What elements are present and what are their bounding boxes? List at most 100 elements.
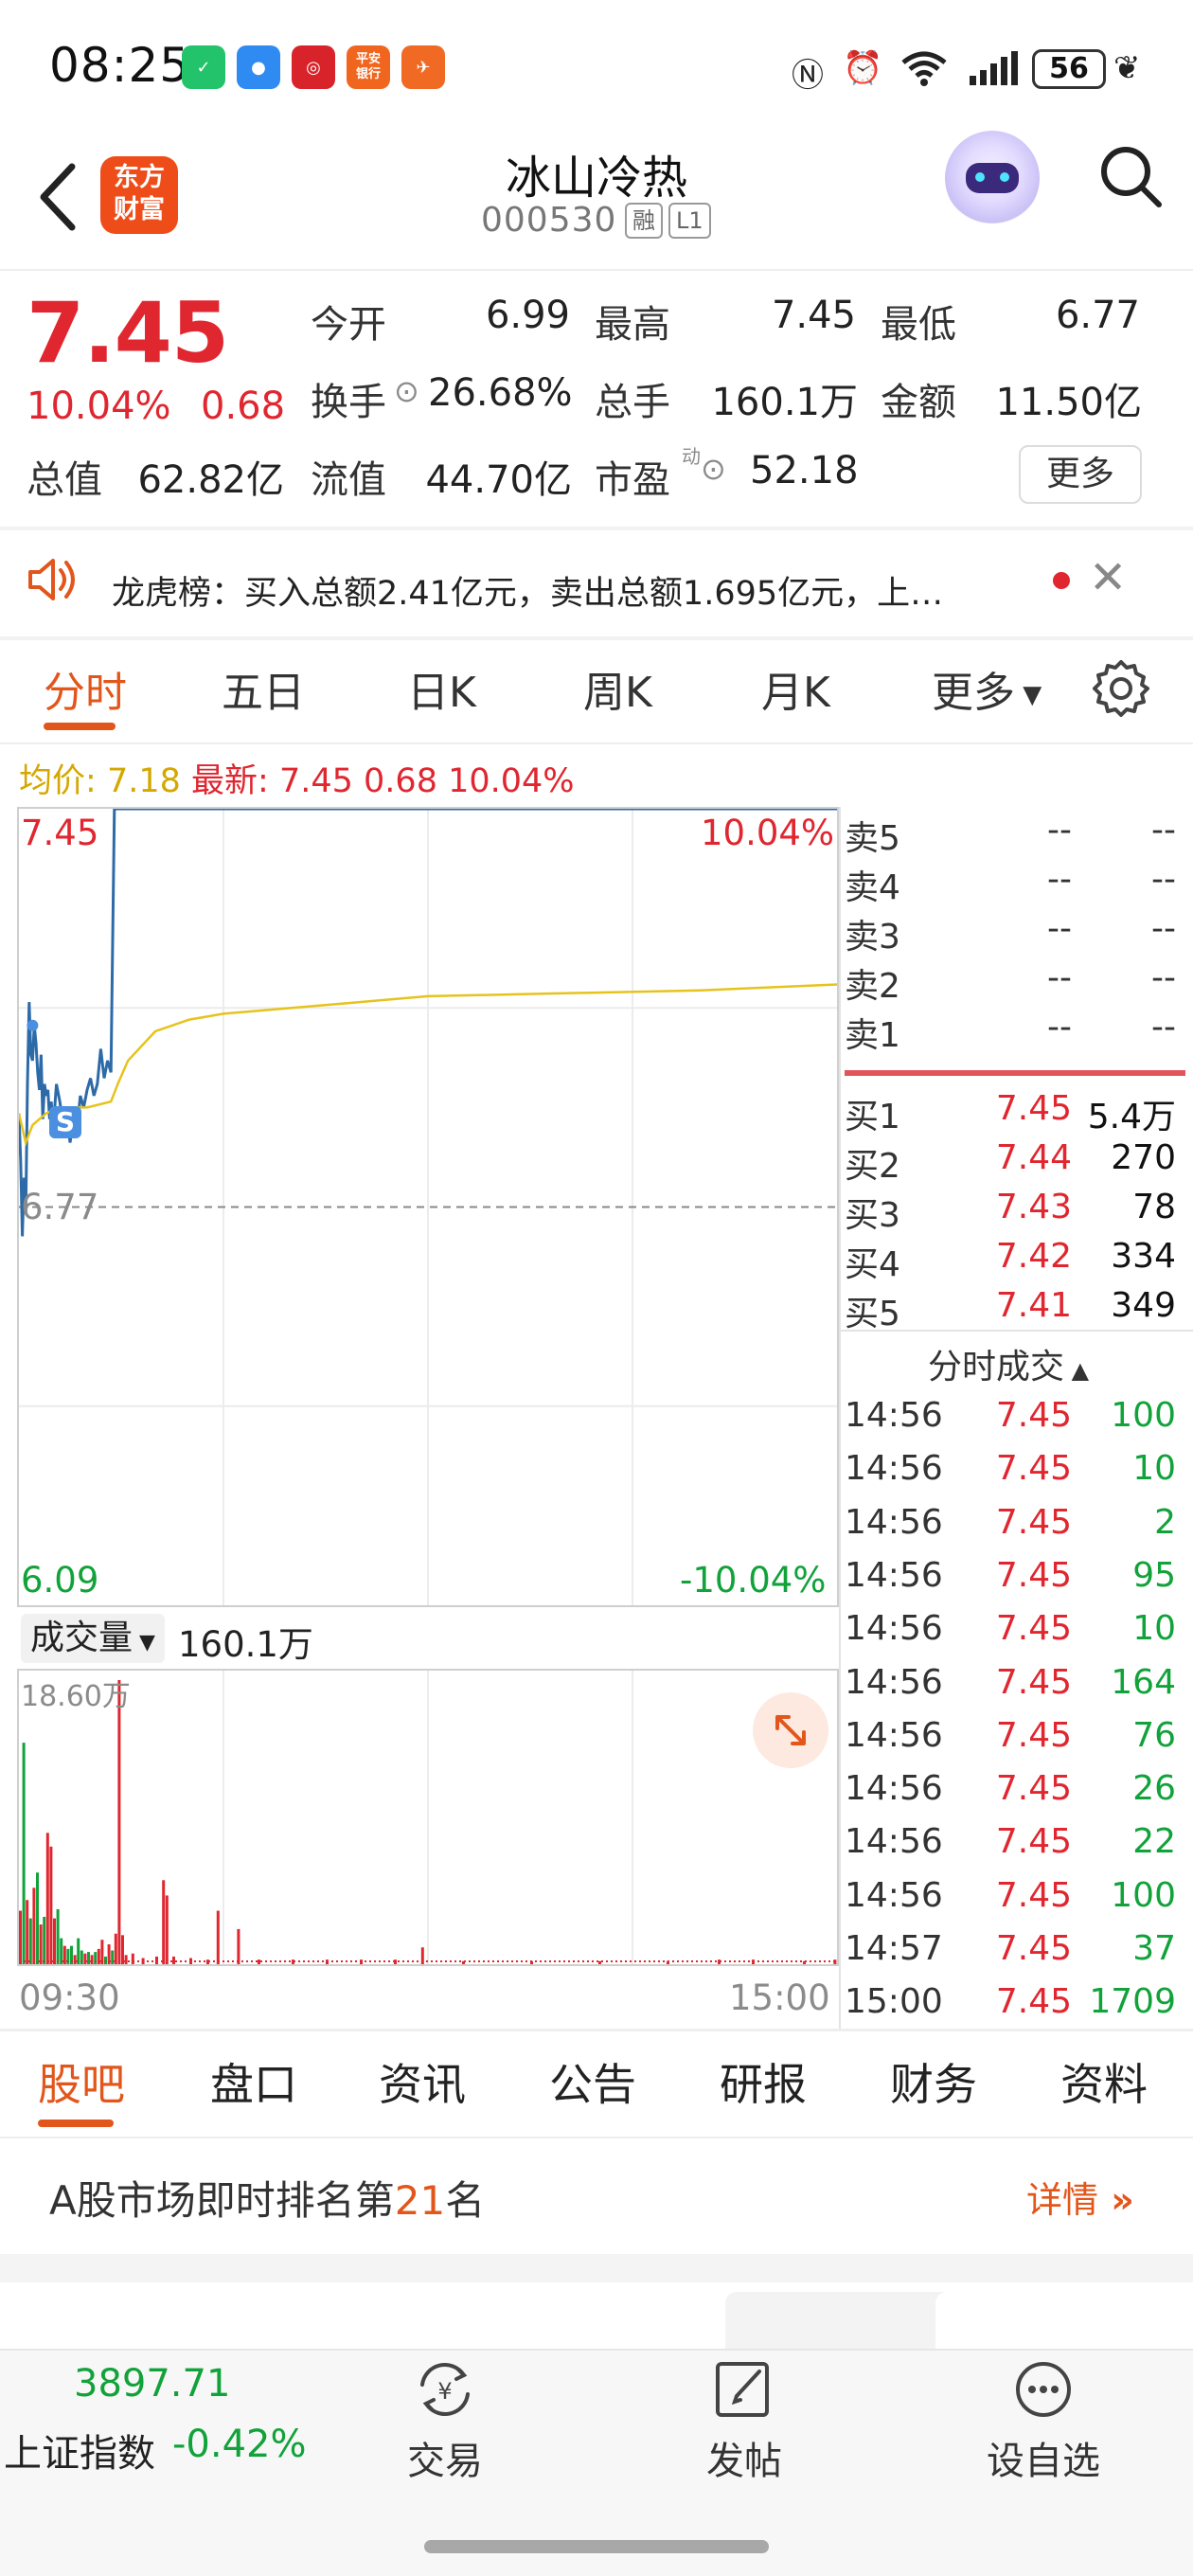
open-label: 今开	[311, 303, 386, 347]
bid-price: 7.45	[995, 1089, 1072, 1128]
tick-row[interactable]: 14:57 7.45 37	[843, 1929, 1185, 1978]
open-value: 6.99	[485, 294, 570, 337]
bid-row[interactable]: 买2 7.44 270	[843, 1138, 1185, 1188]
x-start-label: 09:30	[19, 1977, 120, 2018]
tab-five-day[interactable]: 五日	[222, 658, 305, 719]
pe-value: 52.18	[750, 449, 859, 492]
volume-bar	[45, 1833, 49, 1964]
tick-time: 14:56	[845, 1715, 943, 1755]
tick-row[interactable]: 14:56 7.45 10	[843, 1609, 1185, 1658]
bid-row[interactable]: 买4 7.42 334	[843, 1237, 1185, 1286]
ask-price: --	[1047, 860, 1072, 899]
expand-button[interactable]	[753, 1692, 828, 1768]
volume-value: 160.1万	[711, 381, 858, 424]
volume-bar	[19, 1910, 22, 1964]
tab-intraday[interactable]: 分时	[44, 658, 127, 719]
tick-row[interactable]: 14:56 7.45 2	[843, 1503, 1185, 1552]
tab-monthly-k[interactable]: 月K	[761, 658, 830, 719]
tab-research[interactable]: 研报	[720, 2050, 807, 2113]
high-value: 7.45	[771, 294, 856, 337]
tab-news[interactable]: 资讯	[379, 2050, 466, 2113]
detail-link[interactable]: 详情 »	[1026, 2171, 1134, 2223]
volume-bar	[36, 1872, 39, 1964]
volume-bar	[53, 1918, 56, 1964]
tab-pankou[interactable]: 盘口	[210, 2050, 297, 2113]
gear-icon[interactable]	[1091, 658, 1151, 719]
y-right-top-label: 10.04%	[701, 813, 835, 853]
add-watchlist-button[interactable]: 设自选	[968, 2356, 1119, 2485]
tab-financials[interactable]: 财务	[890, 2050, 977, 2113]
index-name[interactable]: 上证指数	[4, 2423, 155, 2478]
tick-row[interactable]: 14:56 7.45 26	[843, 1769, 1185, 1818]
pe-label: 市盈	[595, 458, 670, 502]
volume-bar	[87, 1952, 90, 1964]
search-icon[interactable]	[1096, 142, 1165, 210]
bid-row[interactable]: 买5 7.41 349	[843, 1286, 1185, 1335]
rank-number: 21	[394, 2177, 446, 2224]
tab-guba[interactable]: 股吧	[38, 2050, 125, 2113]
more-button[interactable]: 更多	[1019, 445, 1142, 504]
price-point	[27, 1019, 39, 1031]
ask-price: --	[1047, 811, 1072, 850]
volume-selector[interactable]: 成交量 ▼	[21, 1614, 165, 1663]
info-icon[interactable]: ⊙	[701, 451, 726, 487]
trade-button[interactable]: ¥ 交易	[369, 2356, 521, 2485]
volume-bar	[43, 1917, 46, 1964]
ticks-header[interactable]: 分时成交 ▲	[928, 1339, 1089, 1388]
tick-price: 7.45	[995, 1929, 1072, 1968]
tick-row[interactable]: 14:56 7.45 100	[843, 1396, 1185, 1445]
rank-prefix: A股市场即时排名第	[49, 2177, 395, 2224]
signal-marker[interactable]: S	[49, 1106, 81, 1138]
bid-row[interactable]: 买3 7.43 78	[843, 1188, 1185, 1237]
index-percent[interactable]: -0.42%	[172, 2423, 307, 2466]
tab-daily-k[interactable]: 日K	[407, 658, 476, 719]
section-gap	[0, 2254, 1193, 2282]
tick-row[interactable]: 14:56 7.45 76	[843, 1716, 1185, 1765]
tick-row[interactable]: 14:56 7.45 95	[843, 1556, 1185, 1605]
assistant-robot-icon[interactable]	[945, 131, 1040, 225]
tick-price: 7.45	[995, 1769, 1072, 1809]
tick-price: 7.45	[995, 1609, 1072, 1649]
volume-chart[interactable]	[17, 1669, 839, 1966]
close-icon[interactable]: ✕	[1089, 551, 1127, 604]
tab-profile[interactable]: 资料	[1060, 2050, 1148, 2113]
bid-label: 买4	[845, 1245, 900, 1284]
tab-more-label: 更多	[932, 669, 1015, 717]
index-value[interactable]: 3897.71	[74, 2362, 230, 2406]
tab-weekly-k[interactable]: 周K	[583, 658, 652, 719]
caret-down-icon: ▼	[133, 1631, 155, 1655]
tick-volume: 22	[1132, 1822, 1176, 1862]
intraday-chart[interactable]	[17, 807, 839, 1607]
notice-text[interactable]: 龙虎榜：买入总额2.41亿元，卖出总额1.695亿元，上…	[112, 566, 943, 615]
tick-row[interactable]: 15:00 7.45 1709	[843, 1982, 1185, 2031]
bid-volume: 5.4万	[1087, 1098, 1176, 1136]
tab-more[interactable]: 更多 ▼	[932, 658, 1042, 719]
ask-row[interactable]: 卖4 -- --	[843, 860, 1185, 909]
x-end-label: 15:00	[729, 1977, 830, 2018]
tick-price: 7.45	[995, 1502, 1072, 1542]
ask-row[interactable]: 卖1 -- --	[843, 1008, 1185, 1057]
tick-row[interactable]: 14:56 7.45 10	[843, 1449, 1185, 1498]
ask-row[interactable]: 卖5 -- --	[843, 811, 1185, 860]
tick-row[interactable]: 14:56 7.45 22	[843, 1822, 1185, 1871]
bid-row[interactable]: 买1 7.45 5.4万	[843, 1089, 1185, 1138]
tick-volume: 37	[1132, 1929, 1176, 1968]
tick-row[interactable]: 14:56 7.45 164	[843, 1663, 1185, 1712]
ask-row[interactable]: 卖2 -- --	[843, 958, 1185, 1008]
tab-announcements[interactable]: 公告	[549, 2050, 636, 2113]
ask-row[interactable]: 卖3 -- --	[843, 909, 1185, 958]
info-icon[interactable]: ⊙	[394, 373, 419, 409]
status-bar: 08:25 ✓ ● ◎ 平安 银行 ✈ Ⓝ ⏰ 56 ❦	[0, 0, 1193, 142]
post-button[interactable]: 发帖	[668, 2356, 820, 2485]
volume-bar	[121, 1935, 124, 1964]
tick-row[interactable]: 14:56 7.45 100	[843, 1876, 1185, 1925]
volume-bar	[216, 1910, 220, 1964]
home-indicator[interactable]	[424, 2540, 769, 2553]
tick-volume: 10	[1132, 1609, 1176, 1649]
stock-code: 000530	[481, 201, 617, 240]
ref-line-label: 6.77	[21, 1187, 99, 1227]
add-watchlist-label: 设自选	[987, 2440, 1100, 2483]
volume-bar	[32, 1887, 36, 1964]
avg-label: 均价:	[19, 762, 97, 800]
expand-icon	[775, 1715, 806, 1745]
